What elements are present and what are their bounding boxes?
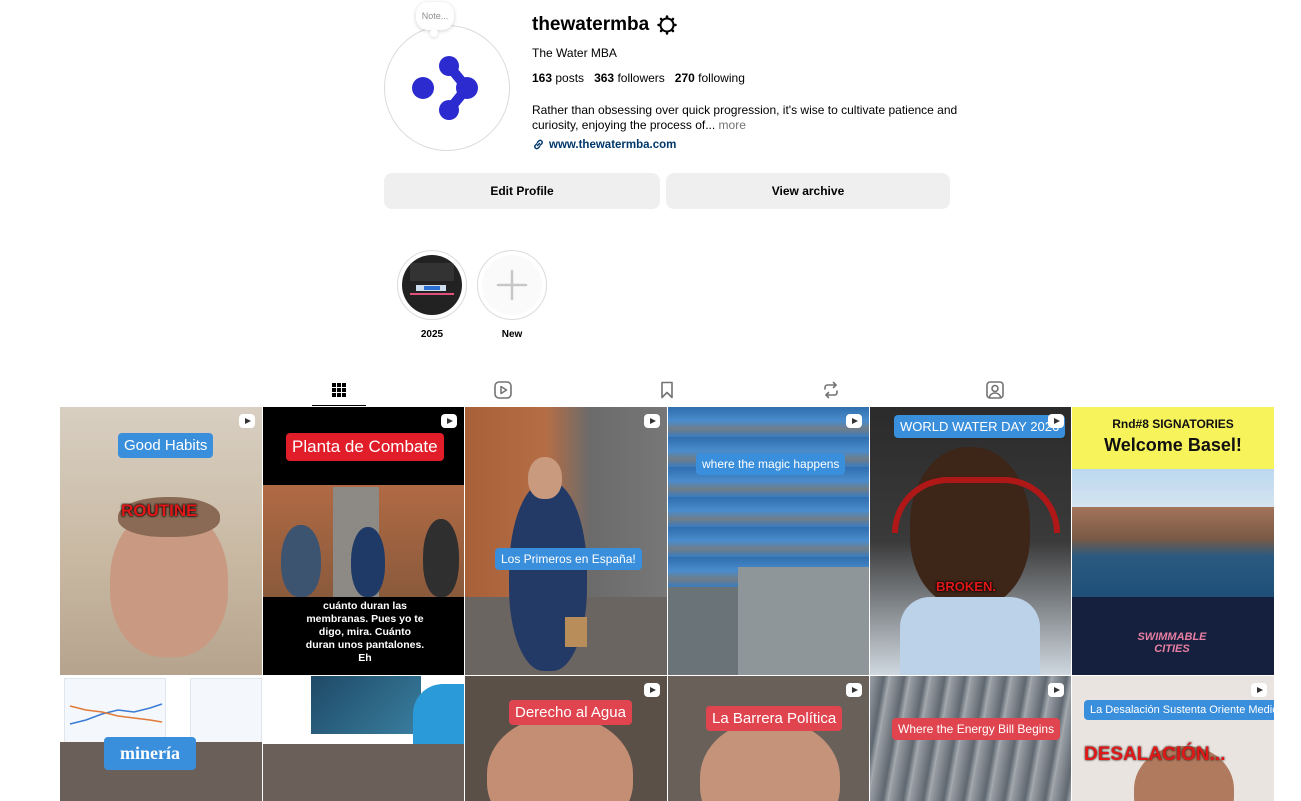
profile-tabs xyxy=(0,375,1301,406)
grid-icon xyxy=(332,383,346,397)
post-caption: Where the Energy Bill Begins xyxy=(892,718,1061,740)
tab-reposts[interactable] xyxy=(804,375,858,405)
tab-tagged[interactable] xyxy=(968,375,1022,405)
post-caption: where the magic happens xyxy=(696,453,846,475)
reel-icon xyxy=(1048,414,1064,428)
website-link[interactable]: www.thewatermba.com xyxy=(532,138,676,151)
reel-icon xyxy=(846,414,862,428)
note-bubble-tail xyxy=(430,29,438,37)
followers-link[interactable]: 363 followers xyxy=(594,71,665,85)
post-caption: BROKEN. xyxy=(936,579,996,594)
post-caption: Derecho al Agua xyxy=(509,700,632,725)
post-tile[interactable]: La Barrera Política xyxy=(668,676,869,801)
note-bubble[interactable]: Note... xyxy=(416,2,454,30)
post-caption: ROUTINE xyxy=(121,501,198,520)
tab-posts[interactable] xyxy=(312,375,366,406)
post-caption: Planta de Combate xyxy=(286,433,444,461)
saved-bookmark-icon xyxy=(661,381,673,399)
highlight-cover-image xyxy=(402,255,462,315)
reel-icon xyxy=(1048,683,1064,697)
username: thewatermba xyxy=(532,14,650,35)
posts-count: 163 posts xyxy=(532,71,585,85)
full-name: The Water MBA xyxy=(532,46,617,60)
reel-icon xyxy=(239,414,255,428)
highlight-2025[interactable]: 2025 xyxy=(397,250,467,340)
profile-avatar[interactable] xyxy=(384,25,510,151)
profile-stats: 163 posts 363 followers 270 following xyxy=(532,71,745,85)
post-tile[interactable]: Derecho al Agua xyxy=(465,676,667,801)
post-tile[interactable]: La Desalación Sustenta Oriente Medio DES… xyxy=(1072,676,1274,801)
following-link[interactable]: 270 following xyxy=(675,71,745,85)
chart-thumbnail xyxy=(69,703,163,725)
water-mba-logo xyxy=(412,56,478,120)
post-caption: La Barrera Política xyxy=(706,706,843,731)
post-tile[interactable]: WORLD WATER DAY 2026 BROKEN. xyxy=(870,407,1071,675)
link-icon xyxy=(534,139,543,150)
tab-saved[interactable] xyxy=(640,375,694,405)
highlight-label: New xyxy=(501,329,523,340)
post-tile[interactable] xyxy=(263,676,464,801)
post-tile[interactable]: Rnd#8 SIGNATORIES Welcome Basel! SWIMMAB… xyxy=(1072,407,1274,675)
reel-icon xyxy=(846,683,862,697)
post-tile[interactable]: where the magic happens xyxy=(668,407,869,675)
bio-more-link[interactable]: more xyxy=(719,118,746,132)
highlight-new[interactable]: New xyxy=(477,250,547,340)
post-subtitle: cuánto duran las membranas. Pues yo te d… xyxy=(305,600,425,664)
reels-icon xyxy=(494,381,512,399)
reel-icon xyxy=(644,414,660,428)
settings-gear-icon[interactable] xyxy=(657,15,677,35)
post-caption: WORLD WATER DAY 2026 xyxy=(894,415,1066,438)
highlight-label: 2025 xyxy=(420,329,444,340)
tagged-person-icon xyxy=(986,381,1004,399)
post-caption: Rnd#8 SIGNATORIES xyxy=(1112,417,1234,431)
post-tile[interactable]: Good Habits ROUTINE xyxy=(60,407,262,675)
post-caption: SWIMMABLE CITIES xyxy=(1137,631,1207,655)
post-caption: Los Primeros en España! xyxy=(495,548,642,570)
post-tile[interactable]: Planta de Combate cuánto duran las membr… xyxy=(263,407,464,675)
reel-icon xyxy=(1251,683,1267,697)
repost-icon xyxy=(824,381,838,399)
post-caption: Good Habits xyxy=(118,433,214,458)
tab-reels[interactable] xyxy=(476,375,530,405)
reel-icon xyxy=(644,683,660,697)
post-caption: Welcome Basel! xyxy=(1104,435,1242,455)
bio: Rather than obsessing over quick progres… xyxy=(532,103,962,133)
plus-icon xyxy=(496,269,528,301)
edit-profile-button[interactable]: Edit Profile xyxy=(384,173,660,209)
reel-icon xyxy=(441,414,457,428)
post-tile[interactable]: Los Primeros en España! xyxy=(465,407,667,675)
post-caption: DESALACIÓN... xyxy=(1084,744,1226,765)
post-tile[interactable]: Where the Energy Bill Begins xyxy=(870,676,1071,801)
post-tile[interactable]: minería xyxy=(60,676,262,801)
post-caption: minería xyxy=(104,737,196,770)
post-caption: La Desalación Sustenta Oriente Medio xyxy=(1084,700,1274,720)
view-archive-button[interactable]: View archive xyxy=(666,173,950,209)
